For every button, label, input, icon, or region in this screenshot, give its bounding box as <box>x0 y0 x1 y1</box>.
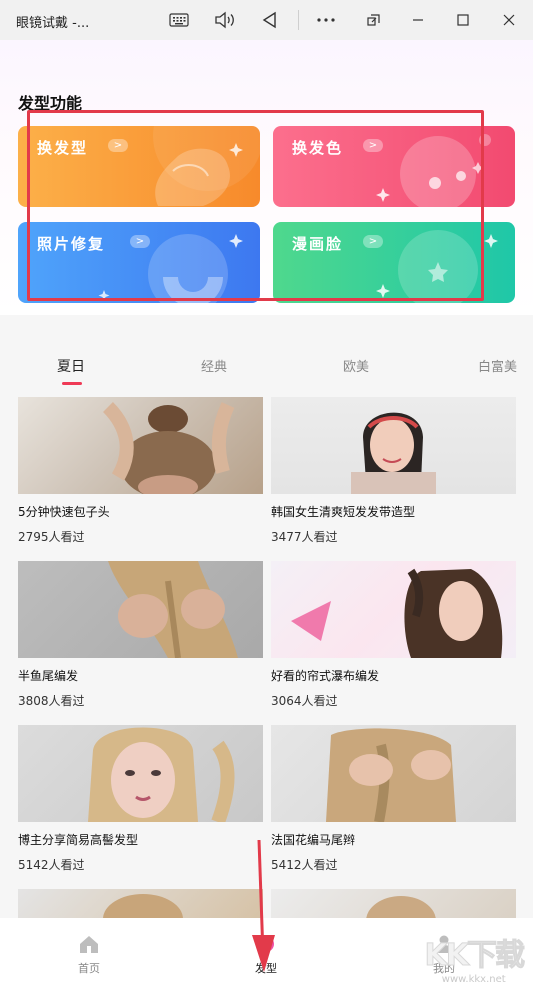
back-triangle-icon[interactable] <box>258 8 282 32</box>
nav-home-label: 首页 <box>78 962 100 975</box>
short-hair-headband-thumbnail-icon <box>351 412 436 494</box>
nav-hair[interactable]: 发型 <box>236 934 296 976</box>
speaker-icon[interactable] <box>213 8 237 32</box>
hairstyle-card[interactable]: 半鱼尾编发 3808人看过 <box>18 561 263 708</box>
more-icon[interactable] <box>314 8 338 32</box>
hairstyle-card[interactable] <box>271 889 516 918</box>
item-title: 博主分享简易高髻发型 <box>18 833 139 847</box>
item-views: 3808人看过 <box>18 694 85 708</box>
item-title: 韩国女生清爽短发发带造型 <box>271 505 416 519</box>
site-watermark: KK下载 www.kkx.net <box>424 930 525 986</box>
keyboard-icon[interactable] <box>167 8 191 32</box>
annotation-highlight-box <box>27 110 484 301</box>
maximize-icon[interactable] <box>451 8 475 32</box>
video-thumbnail[interactable] <box>18 397 263 494</box>
minimize-icon[interactable] <box>406 8 430 32</box>
nav-home[interactable]: 首页 <box>59 934 119 976</box>
video-thumbnail[interactable] <box>18 725 263 822</box>
tab-summer[interactable]: 夏日 <box>57 356 85 376</box>
item-views: 5142人看过 <box>18 858 85 872</box>
item-views: 3064人看过 <box>271 694 338 708</box>
item-views: 5412人看过 <box>271 858 338 872</box>
fishtail-braid-thumbnail-icon <box>108 561 238 658</box>
waterfall-braid-thumbnail-icon <box>291 568 503 658</box>
active-tab-indicator <box>62 382 82 385</box>
close-icon[interactable] <box>497 8 521 32</box>
french-ponytail-thumbnail-icon <box>326 728 456 822</box>
window-titlebar: 眼镜试戴 -... <box>0 0 533 40</box>
bun-hairstyle-thumbnail-icon <box>102 402 235 494</box>
nav-hair-label: 发型 <box>255 962 277 975</box>
item-title: 法国花编马尾辫 <box>271 833 356 847</box>
hair-icon <box>258 936 274 952</box>
tab-rich-white[interactable]: 白富美 <box>478 356 517 375</box>
item-title: 半鱼尾编发 <box>18 669 79 683</box>
tab-western[interactable]: 欧美 <box>343 356 369 375</box>
restore-overlay-icon[interactable] <box>362 8 386 32</box>
video-thumbnail[interactable] <box>18 561 263 658</box>
tab-classic[interactable]: 经典 <box>201 356 227 375</box>
home-icon <box>80 936 98 953</box>
partial-thumbnail-icon <box>103 894 183 918</box>
video-thumbnail[interactable] <box>18 889 263 918</box>
hairstyle-card[interactable]: 5分钟快速包子头 2795人看过 <box>18 397 263 544</box>
titlebar-divider <box>298 10 299 30</box>
video-thumbnail[interactable] <box>271 561 516 658</box>
item-views: 3477人看过 <box>271 530 338 544</box>
high-bun-thumbnail-icon <box>88 727 235 822</box>
hairstyle-card[interactable]: 法国花编马尾辫 5412人看过 <box>271 725 516 872</box>
video-thumbnail[interactable] <box>271 397 516 494</box>
watermark-logo: KK下载 <box>424 938 525 974</box>
item-views: 2795人看过 <box>18 530 85 544</box>
hairstyle-card[interactable]: 好看的帘式瀑布编发 3064人看过 <box>271 561 516 708</box>
hairstyle-card[interactable]: 韩国女生清爽短发发带造型 3477人看过 <box>271 397 516 544</box>
item-title: 好看的帘式瀑布编发 <box>271 669 380 683</box>
video-thumbnail[interactable] <box>271 889 516 918</box>
item-title: 5分钟快速包子头 <box>18 505 110 519</box>
partial-thumbnail-icon <box>366 896 436 918</box>
video-thumbnail[interactable] <box>271 725 516 822</box>
watermark-url: www.kkx.net <box>441 974 506 985</box>
window-title: 眼镜试戴 -... <box>16 16 90 31</box>
hairstyle-card[interactable]: 博主分享简易高髻发型 5142人看过 <box>18 725 263 872</box>
hairstyle-card[interactable] <box>18 889 263 918</box>
